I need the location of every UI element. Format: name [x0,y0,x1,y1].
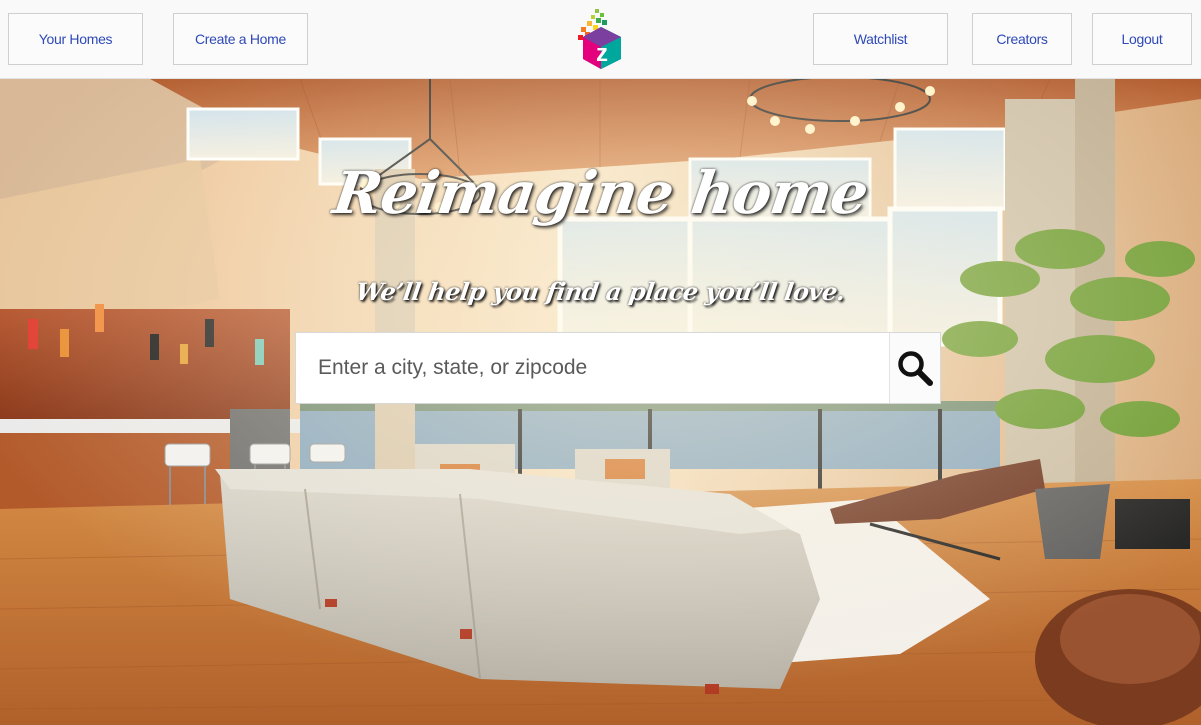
create-home-button[interactable]: Create a Home [173,13,308,65]
hero-subtitle: We’ll help you find a place you’ll love. [354,277,847,306]
hero-section: Reimagine home We’ll help you find a pla… [0,79,1201,725]
logout-button[interactable]: Logout [1092,13,1192,65]
creators-button[interactable]: Creators [972,13,1072,65]
search-button[interactable] [889,333,940,403]
top-navigation-bar: Your Homes Create a Home z Watchlist Cre… [0,0,1201,79]
your-homes-button[interactable]: Your Homes [8,13,143,65]
watchlist-button[interactable]: Watchlist [813,13,948,65]
brand-logo-icon[interactable]: z [575,7,627,71]
location-search-input[interactable] [296,333,892,403]
hero-title: Reimagine home [329,159,872,227]
logo-letter: z [596,40,608,67]
location-search-box [295,332,941,404]
search-icon [898,351,933,386]
